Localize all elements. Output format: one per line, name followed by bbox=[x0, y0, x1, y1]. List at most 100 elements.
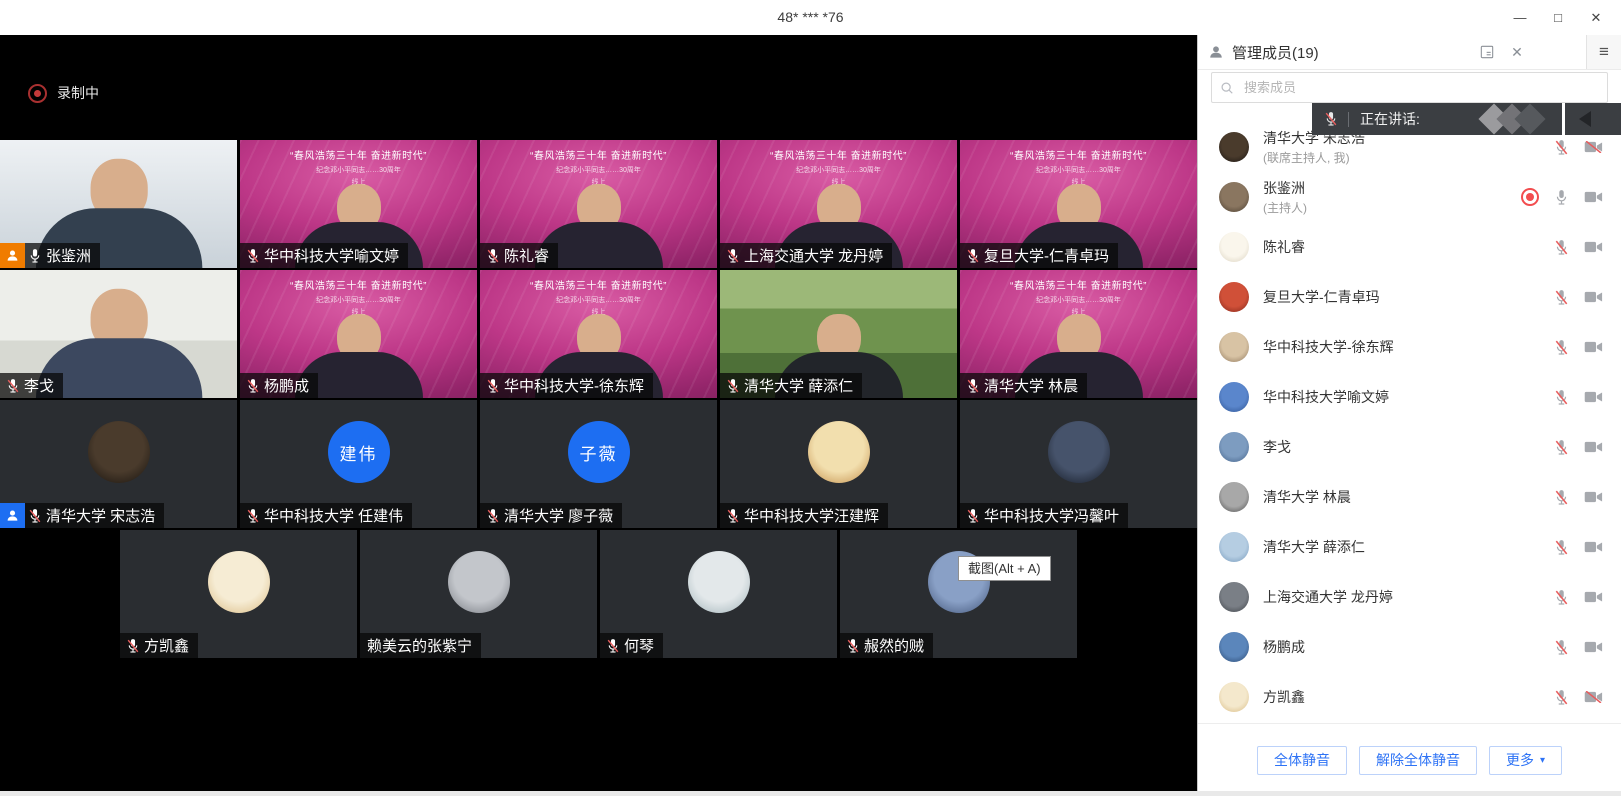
member-text: 李戈 bbox=[1263, 437, 1291, 457]
camera-icon[interactable] bbox=[1584, 391, 1603, 403]
avatar bbox=[1219, 332, 1249, 362]
toolbar-separator bbox=[1562, 103, 1565, 135]
member-name: 华中科技大学喻文婷 bbox=[1263, 387, 1389, 407]
participant-label: 陈礼睿 bbox=[480, 243, 558, 268]
unmute-all-button[interactable]: 解除全体静音 bbox=[1359, 746, 1477, 775]
video-tile[interactable]: 赧然的贼 bbox=[840, 530, 1077, 658]
member-row[interactable]: 清华大学 薛添仁 bbox=[1198, 522, 1621, 572]
participant-avatar bbox=[808, 421, 870, 483]
search-input[interactable] bbox=[1242, 79, 1607, 96]
member-role: (主持人) bbox=[1263, 199, 1307, 216]
window-bottom-edge bbox=[0, 791, 1621, 796]
participant-label: 清华大学 薛添仁 bbox=[720, 373, 862, 398]
camera-icon[interactable] bbox=[1584, 341, 1603, 353]
video-tile[interactable]: “春风浩荡三十年 奋进新时代”纪念邓小平同志……30周年线上华中科技大学喻文婷 bbox=[240, 140, 477, 268]
member-row[interactable]: 杨鹏成 bbox=[1198, 622, 1621, 672]
mic-muted-icon[interactable] bbox=[1555, 489, 1568, 506]
mic-muted-icon bbox=[487, 248, 499, 264]
participant-label: 清华大学 林晨 bbox=[960, 373, 1087, 398]
participant-name: 华中科技大学喻文婷 bbox=[264, 245, 399, 266]
camera-icon[interactable] bbox=[1584, 491, 1603, 503]
camera-icon[interactable] bbox=[1584, 191, 1603, 203]
mic-muted-icon bbox=[247, 508, 259, 524]
video-tile[interactable]: 方凯鑫 bbox=[120, 530, 357, 658]
video-tile[interactable]: “春风浩荡三十年 奋进新时代”纪念邓小平同志……30周年线上上海交通大学 龙丹婷 bbox=[720, 140, 957, 268]
video-tile[interactable]: 建伟华中科技大学 任建伟 bbox=[240, 400, 477, 528]
member-row[interactable]: 方凯鑫 bbox=[1198, 672, 1621, 722]
close-panel-icon[interactable]: ✕ bbox=[1502, 35, 1532, 69]
mic-muted-icon[interactable] bbox=[1555, 239, 1568, 256]
member-row[interactable]: 上海交通大学 龙丹婷 bbox=[1198, 572, 1621, 622]
speaking-label: 正在讲话: bbox=[1360, 109, 1420, 129]
member-row[interactable]: 陈礼睿 bbox=[1198, 222, 1621, 272]
popout-panel-icon[interactable] bbox=[1472, 35, 1502, 69]
slide-backdrop-text: “春风浩荡三十年 奋进新时代”纪念邓小平同志……30周年线上 bbox=[480, 277, 717, 317]
mic-muted-icon[interactable] bbox=[1555, 389, 1568, 406]
mic-muted-icon bbox=[727, 508, 739, 524]
more-button[interactable]: 更多 ▾ bbox=[1489, 746, 1562, 775]
avatar bbox=[1219, 482, 1249, 512]
mic-muted-icon[interactable] bbox=[1555, 339, 1568, 356]
participant-label: 清华大学 宋志浩 bbox=[0, 503, 164, 528]
participant-name: 华中科技大学冯馨叶 bbox=[984, 505, 1119, 526]
maximize-button[interactable]: □ bbox=[1539, 0, 1577, 35]
video-tile[interactable]: 何琴 bbox=[600, 530, 837, 658]
camera-muted-icon[interactable] bbox=[1584, 691, 1603, 703]
close-button[interactable]: ✕ bbox=[1577, 0, 1615, 35]
member-row-icons bbox=[1521, 188, 1603, 206]
member-row[interactable]: 清华大学 林晨 bbox=[1198, 472, 1621, 522]
camera-muted-icon[interactable] bbox=[1584, 141, 1603, 153]
video-tile[interactable]: “春风浩荡三十年 奋进新时代”纪念邓小平同志……30周年线上复旦大学-仁青卓玛 bbox=[960, 140, 1197, 268]
mute-all-button[interactable]: 全体静音 bbox=[1257, 746, 1347, 775]
video-tile[interactable]: 清华大学 宋志浩 bbox=[0, 400, 237, 528]
member-row[interactable]: 张鉴洲(主持人) bbox=[1198, 172, 1621, 222]
mic-muted-icon[interactable] bbox=[1555, 589, 1568, 606]
video-tile[interactable]: 华中科技大学冯馨叶 bbox=[960, 400, 1197, 528]
camera-icon[interactable] bbox=[1584, 441, 1603, 453]
member-row[interactable]: 华中科技大学喻文婷 bbox=[1198, 372, 1621, 422]
video-tile[interactable]: 子薇清华大学 廖子薇 bbox=[480, 400, 717, 528]
camera-icon[interactable] bbox=[1584, 541, 1603, 553]
video-tile[interactable]: 张鉴洲 bbox=[0, 140, 237, 268]
mic-muted-icon[interactable] bbox=[1555, 289, 1568, 306]
mic-muted-icon[interactable] bbox=[1555, 439, 1568, 456]
slide-title: “春风浩荡三十年 奋进新时代” bbox=[960, 277, 1197, 292]
participant-label: 赖美云的张紫宁 bbox=[360, 633, 481, 658]
participant-label: 清华大学 廖子薇 bbox=[480, 503, 622, 528]
member-row-icons bbox=[1555, 639, 1603, 656]
avatar bbox=[1219, 532, 1249, 562]
title-bar: 48* *** *76 — □ ✕ bbox=[0, 0, 1621, 35]
video-tile[interactable]: “春风浩荡三十年 奋进新时代”纪念邓小平同志……30周年线上杨鹏成 bbox=[240, 270, 477, 398]
member-row[interactable]: 华中科技大学-徐东辉 bbox=[1198, 322, 1621, 372]
camera-icon[interactable] bbox=[1584, 641, 1603, 653]
mic-icon[interactable] bbox=[1555, 189, 1568, 206]
mic-muted-icon bbox=[847, 638, 859, 654]
video-tile[interactable]: 李戈 bbox=[0, 270, 237, 398]
mic-muted-icon[interactable] bbox=[1555, 139, 1568, 156]
menu-icon[interactable]: ≡ bbox=[1586, 35, 1621, 69]
mic-muted-icon[interactable] bbox=[1555, 639, 1568, 656]
camera-icon[interactable] bbox=[1584, 591, 1603, 603]
camera-icon[interactable] bbox=[1584, 241, 1603, 253]
member-name: 张鉴洲 bbox=[1263, 178, 1307, 198]
camera-icon[interactable] bbox=[1584, 291, 1603, 303]
member-row[interactable]: 李戈 bbox=[1198, 422, 1621, 472]
speaking-toolbar[interactable]: 正在讲话: bbox=[1312, 103, 1621, 135]
video-tile[interactable]: 清华大学 薛添仁 bbox=[720, 270, 957, 398]
video-tile[interactable]: “春风浩荡三十年 奋进新时代”纪念邓小平同志……30周年线上陈礼睿 bbox=[480, 140, 717, 268]
participant-avatar bbox=[88, 421, 150, 483]
member-name: 上海交通大学 龙丹婷 bbox=[1263, 587, 1393, 607]
member-text: 陈礼睿 bbox=[1263, 237, 1305, 257]
mic-muted-icon bbox=[487, 378, 499, 394]
video-tile[interactable]: 赖美云的张紫宁 bbox=[360, 530, 597, 658]
video-tile[interactable]: 华中科技大学汪建辉 bbox=[720, 400, 957, 528]
video-tile[interactable]: “春风浩荡三十年 奋进新时代”纪念邓小平同志……30周年线上清华大学 林晨 bbox=[960, 270, 1197, 398]
minimize-button[interactable]: — bbox=[1501, 0, 1539, 35]
mic-muted-icon[interactable] bbox=[1555, 689, 1568, 706]
mic-muted-icon[interactable] bbox=[1555, 539, 1568, 556]
member-name: 华中科技大学-徐东辉 bbox=[1263, 337, 1394, 357]
member-row[interactable]: 复旦大学-仁青卓玛 bbox=[1198, 272, 1621, 322]
slide-subtitle: 纪念邓小平同志……30周年 bbox=[720, 165, 957, 175]
slide-backdrop-text: “春风浩荡三十年 奋进新时代”纪念邓小平同志……30周年线上 bbox=[480, 147, 717, 187]
video-tile[interactable]: “春风浩荡三十年 奋进新时代”纪念邓小平同志……30周年线上华中科技大学-徐东辉 bbox=[480, 270, 717, 398]
